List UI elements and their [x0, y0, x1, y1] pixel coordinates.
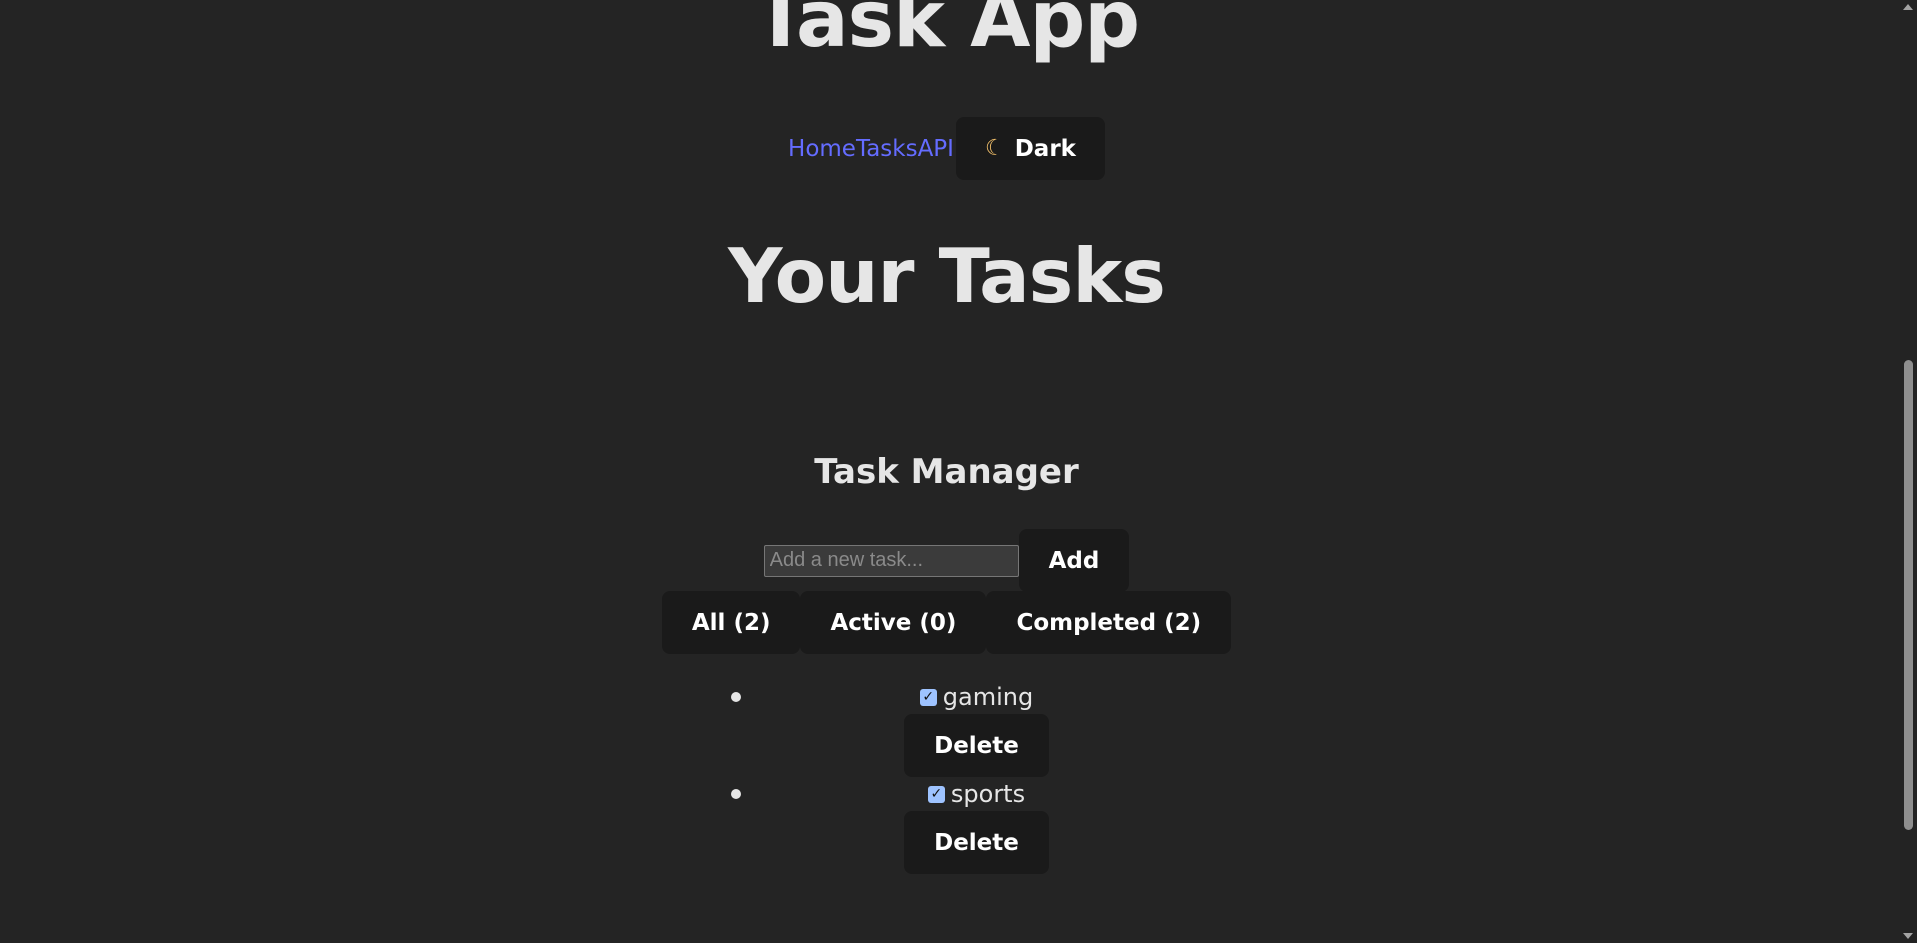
task-text: sports: [950, 780, 1026, 808]
task-text: gaming: [942, 683, 1034, 711]
scroll-down-icon[interactable]: [1903, 933, 1913, 939]
top-nav: Home Tasks API ☾ Dark: [0, 117, 1893, 180]
filter-active-button[interactable]: Active (0): [800, 591, 987, 654]
task-manager-title: Task Manager: [814, 452, 1079, 492]
delete-row: Delete: [0, 714, 1893, 777]
filter-bar: All (2) Active (0) Completed (2): [0, 591, 1893, 654]
task-list: ✓ gaming Delete ✓ sports Delete: [0, 680, 1893, 874]
task-checkbox[interactable]: ✓: [919, 688, 937, 706]
delete-task-button[interactable]: Delete: [904, 714, 1049, 777]
app-title: Task App: [753, 0, 1140, 65]
list-bullet: [731, 692, 741, 702]
nav-link-tasks[interactable]: Tasks: [856, 136, 918, 162]
add-task-row: Add: [0, 529, 1893, 592]
add-task-button[interactable]: Add: [1018, 529, 1130, 592]
task-line: ✓ gaming: [0, 680, 1893, 714]
delete-task-button[interactable]: Delete: [904, 811, 1049, 874]
nav-link-home[interactable]: Home: [788, 136, 856, 162]
page: Task App Home Tasks API ☾ Dark Your Task…: [0, 0, 1917, 943]
theme-toggle-button[interactable]: ☾ Dark: [955, 117, 1105, 180]
filter-completed-button[interactable]: Completed (2): [986, 591, 1232, 654]
task-item: ✓ sports Delete: [0, 777, 1893, 874]
scroll-up-icon[interactable]: [1903, 4, 1913, 10]
task-line: ✓ sports: [0, 777, 1893, 811]
list-bullet: [731, 789, 741, 799]
task-item: ✓ gaming Delete: [0, 680, 1893, 777]
page-scrollbar[interactable]: [1900, 0, 1917, 943]
page-title: Your Tasks: [728, 232, 1166, 320]
nav-link-api[interactable]: API: [918, 136, 954, 162]
theme-toggle-label: Dark: [1014, 135, 1076, 162]
scrollbar-thumb[interactable]: [1904, 360, 1913, 830]
new-task-input[interactable]: [763, 544, 1019, 577]
moon-icon: ☾: [984, 136, 1005, 161]
task-checkbox[interactable]: ✓: [927, 785, 945, 803]
filter-all-button[interactable]: All (2): [661, 591, 801, 654]
delete-row: Delete: [0, 811, 1893, 874]
